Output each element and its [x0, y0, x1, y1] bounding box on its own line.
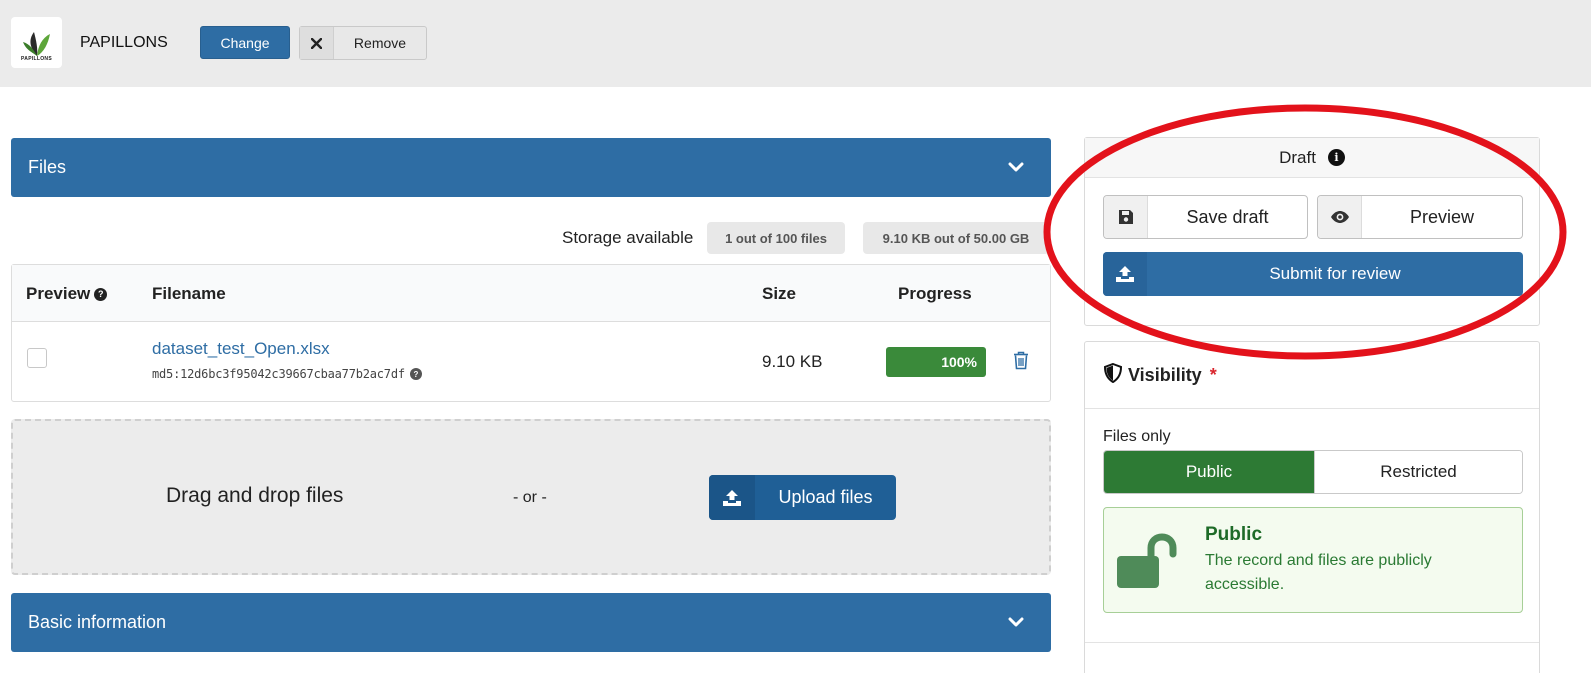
files-table: Preview ? Filename Size Progress dataset… [11, 264, 1051, 402]
logo-text: PAPILLONS [21, 56, 52, 62]
upload-icon [1103, 252, 1147, 296]
visibility-header: Visibility * [1085, 342, 1539, 409]
column-header-progress: Progress [898, 284, 972, 303]
basic-information-section-header[interactable]: Basic information [11, 593, 1051, 652]
upload-icon [709, 475, 755, 520]
storage-label: Storage available [562, 228, 694, 247]
dropzone-or-text: - or - [513, 489, 547, 506]
community-logo: PAPILLONS [11, 17, 62, 68]
question-icon[interactable]: ? [94, 287, 108, 301]
community-header: PAPILLONS PAPILLONS Change Remove [0, 0, 1591, 87]
visibility-card: Visibility * Files only Public Restricte… [1084, 341, 1540, 673]
column-header-filename: Filename [152, 284, 226, 303]
file-size: 9.10 KB [762, 352, 823, 371]
trash-icon[interactable] [1013, 351, 1029, 375]
divider [1085, 642, 1539, 643]
file-md5: md5:12d6bc3f95042c39667cbaa77b2ac7df ? [152, 367, 422, 381]
visibility-toggle: Public Restricted [1103, 450, 1523, 494]
change-community-button[interactable]: Change [200, 26, 290, 59]
visibility-message-title: Public [1205, 524, 1263, 545]
floppy-disk-icon [1104, 196, 1148, 238]
chevron-down-icon [1007, 158, 1025, 181]
upload-files-button[interactable]: Upload files [709, 475, 896, 520]
leaf-logo-icon [22, 31, 50, 56]
close-icon [300, 27, 334, 59]
visibility-message: Public The record and files are publicly… [1103, 507, 1523, 613]
unlock-icon [1115, 532, 1177, 595]
remove-community-button[interactable]: Remove [299, 26, 427, 60]
required-mark: * [1209, 364, 1217, 385]
draft-status-header: Draft i [1085, 138, 1539, 178]
files-only-label: Files only [1103, 428, 1171, 445]
column-header-size: Size [762, 284, 797, 303]
column-header-preview: Preview ? [26, 284, 108, 304]
files-table-header: Preview ? Filename Size Progress [12, 265, 1050, 322]
remove-button-label: Remove [353, 35, 407, 51]
eye-icon [1318, 196, 1362, 238]
preview-column-label: Preview [26, 284, 91, 303]
question-icon[interactable]: ? [409, 368, 422, 380]
draft-status-label: Draft [1279, 147, 1316, 167]
upload-progress-fill: 100% [886, 347, 986, 377]
file-md5-text: md5:12d6bc3f95042c39667cbaa77b2ac7df [152, 367, 405, 381]
restricted-option[interactable]: Restricted [1314, 451, 1522, 493]
visibility-title: Visibility [1128, 364, 1202, 385]
files-section-header[interactable]: Files [11, 138, 1051, 197]
preview-checkbox[interactable] [27, 348, 47, 368]
upload-button-label: Upload files [778, 487, 873, 507]
basic-information-title: Basic information [28, 612, 167, 632]
submit-for-review-label: Submit for review [1269, 264, 1401, 283]
files-count-badge: 1 out of 100 files [707, 222, 845, 254]
shield-icon [1103, 362, 1123, 388]
dropzone-text: Drag and drop files [166, 484, 344, 507]
upload-progress-bar: 100% [886, 347, 986, 377]
file-link[interactable]: dataset_test_Open.xlsx [152, 339, 330, 359]
file-dropzone[interactable]: Drag and drop files - or - Upload files [11, 419, 1051, 575]
save-draft-label: Save draft [1186, 206, 1269, 227]
chevron-down-icon [1007, 613, 1025, 636]
public-option[interactable]: Public [1104, 451, 1314, 493]
save-draft-button[interactable]: Save draft [1103, 195, 1308, 239]
visibility-message-text: The record and files are publicly access… [1205, 552, 1432, 593]
preview-button[interactable]: Preview [1317, 195, 1523, 239]
draft-actions-card: Draft i Save draft Preview Submit for re… [1084, 137, 1540, 326]
files-section-title: Files [28, 157, 67, 177]
submit-for-review-button[interactable]: Submit for review [1103, 252, 1523, 296]
info-icon[interactable]: i [1327, 149, 1345, 166]
community-name: PAPILLONS [80, 34, 168, 51]
preview-label: Preview [1409, 206, 1475, 227]
storage-size-badge: 9.10 KB out of 50.00 GB [863, 222, 1049, 254]
